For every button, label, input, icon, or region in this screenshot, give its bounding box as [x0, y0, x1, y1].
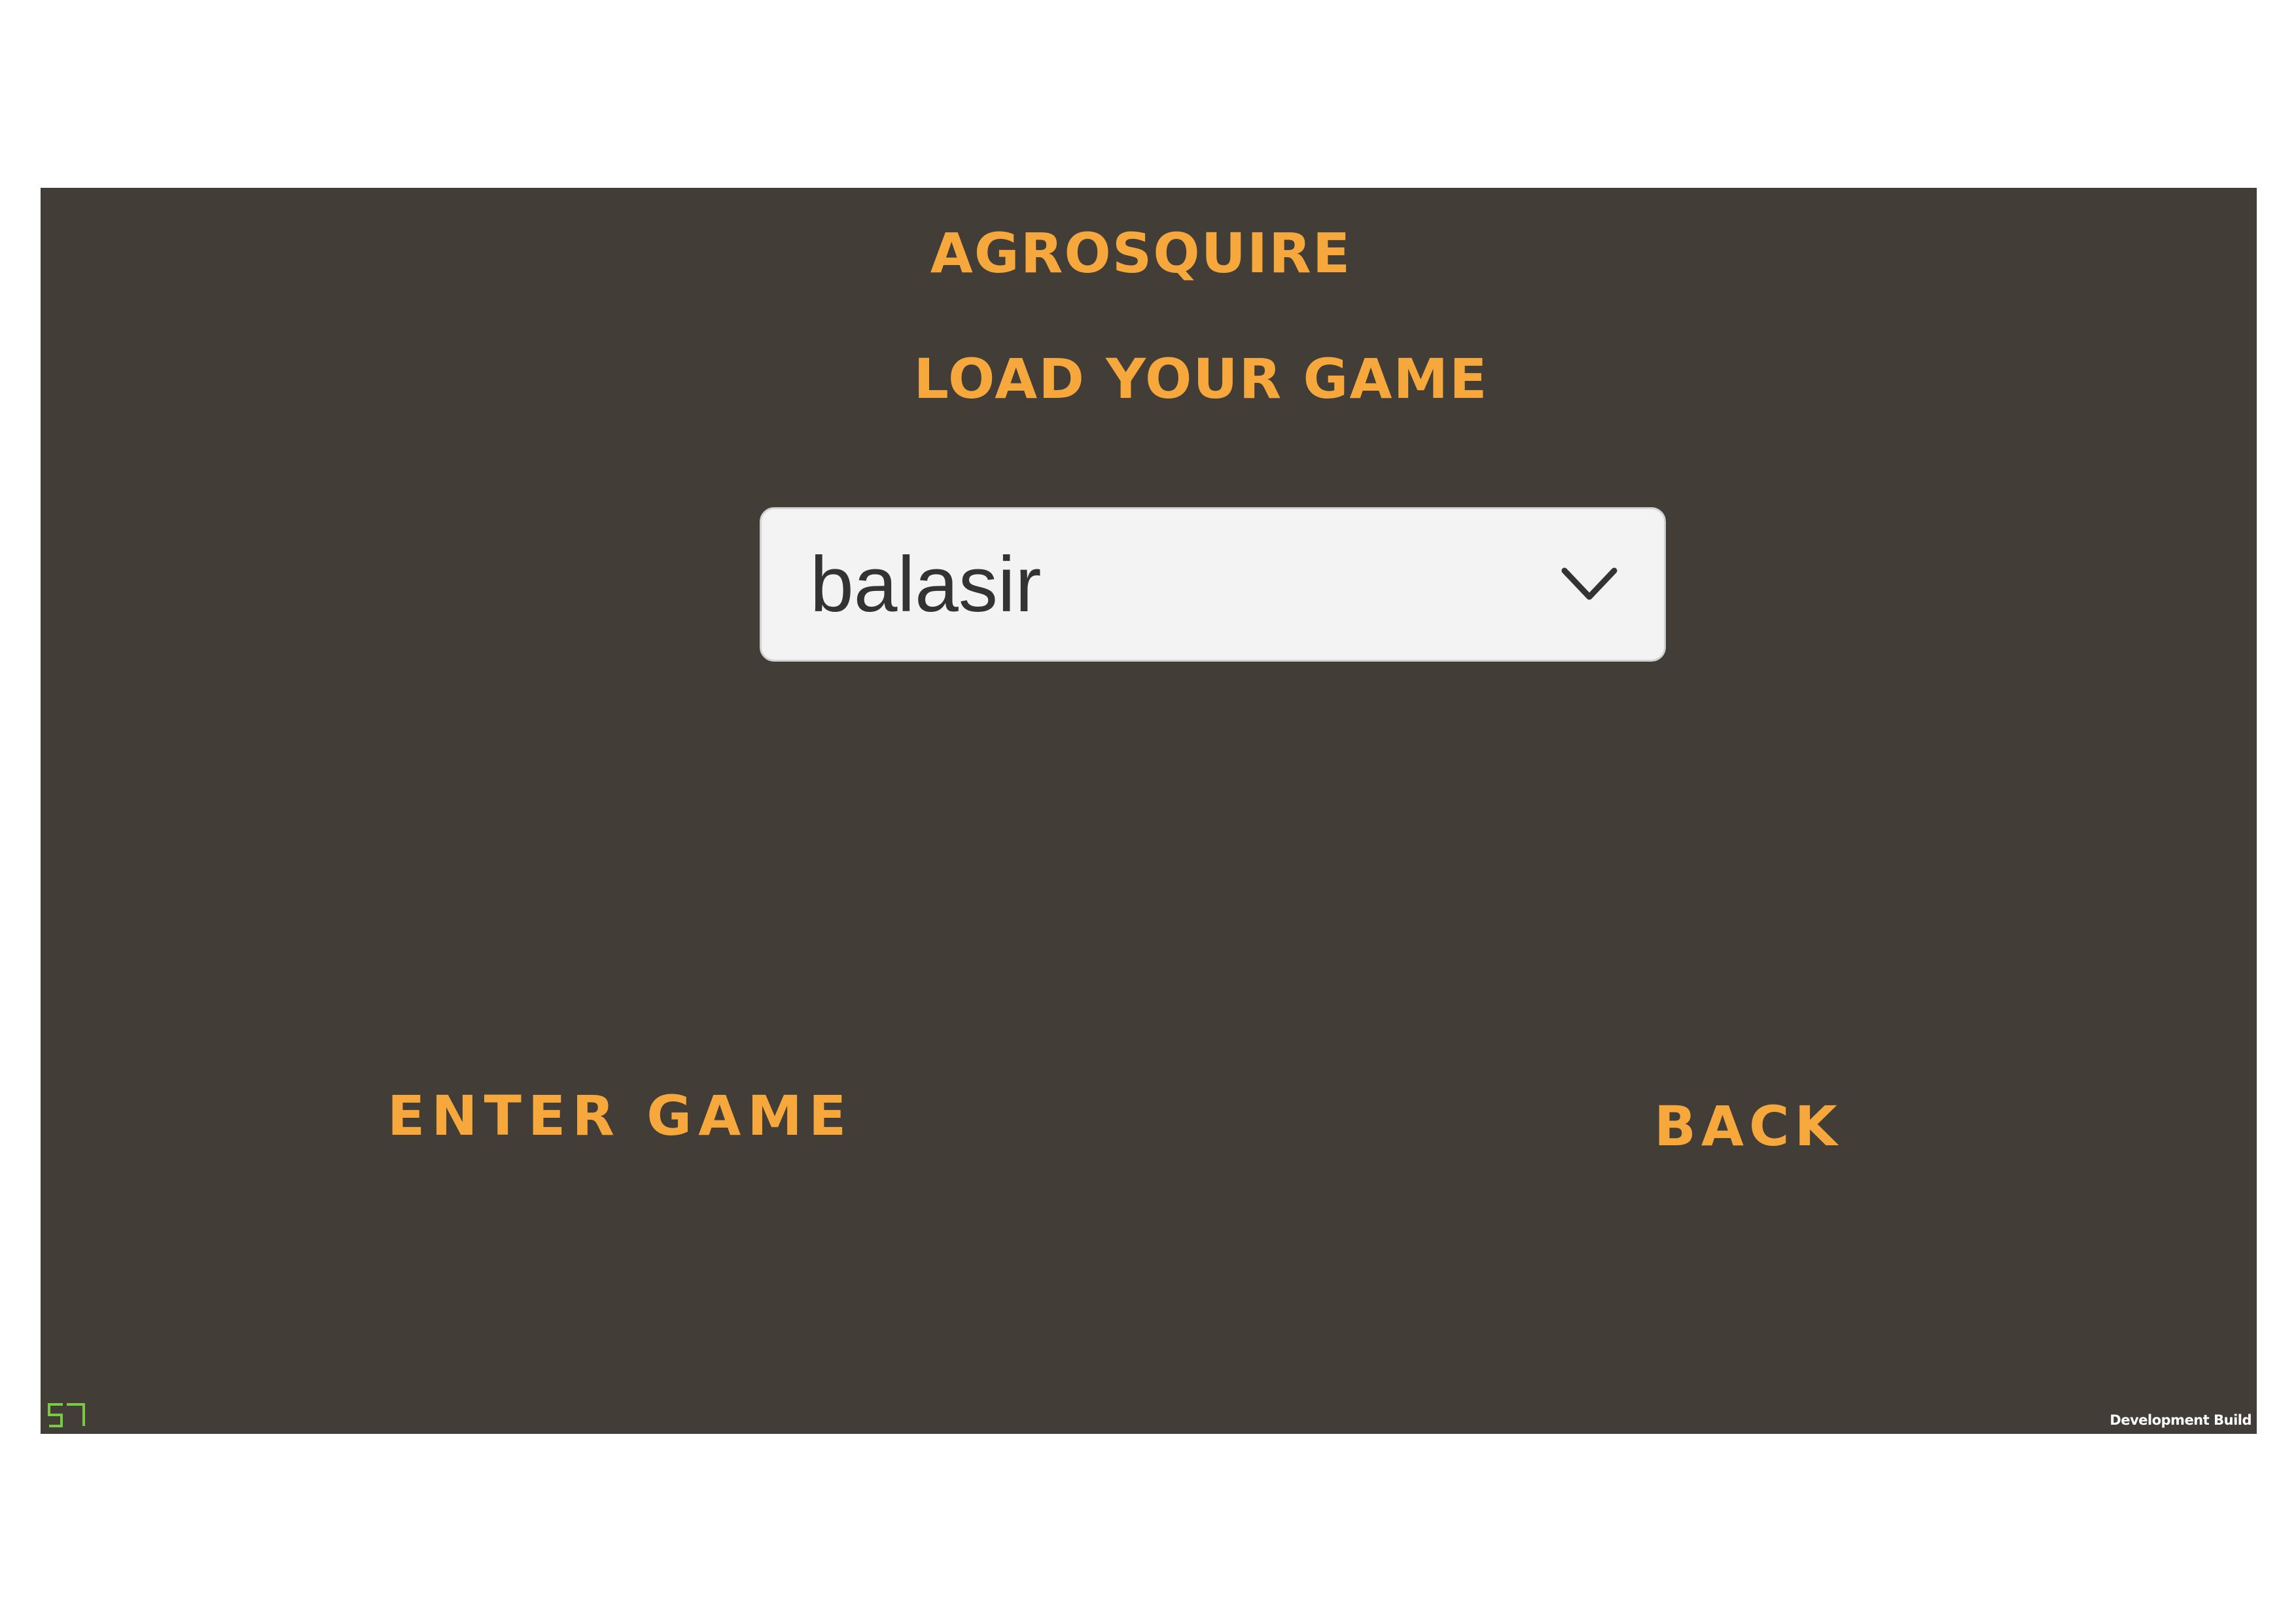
dropdown-selected-value: balasir: [810, 541, 1042, 628]
save-game-dropdown[interactable]: balasir: [760, 507, 1666, 662]
app-title: AGROSQUIRE: [930, 221, 1352, 285]
development-build-label: Development Build: [2110, 1412, 2252, 1428]
game-view: AGROSQUIRE LOAD YOUR GAME balasir ENTER …: [41, 188, 2257, 1434]
screen-heading: LOAD YOUR GAME: [913, 347, 1489, 411]
chevron-down-icon: [1561, 567, 1617, 600]
enter-game-button[interactable]: ENTER GAME: [387, 1088, 853, 1143]
back-button[interactable]: BACK: [1654, 1099, 1843, 1154]
build-logo-icon: [48, 1403, 85, 1427]
